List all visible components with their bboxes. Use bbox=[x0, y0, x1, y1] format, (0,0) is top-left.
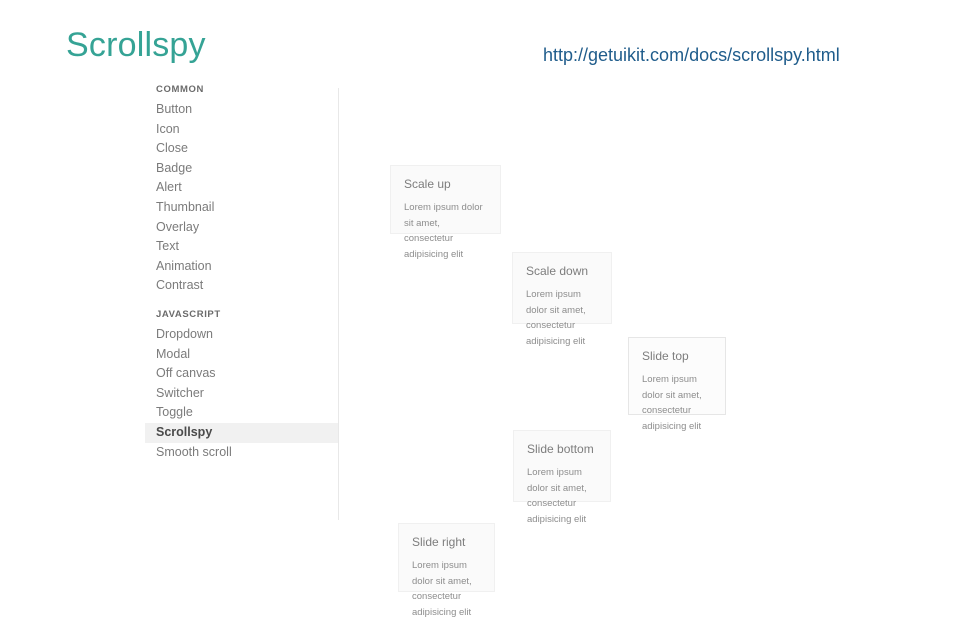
card-scale-up: Scale up Lorem ipsum dolor sit amet, cons… bbox=[390, 165, 501, 260]
card-slide-bottom: Slide bottom Lorem ipsum dolor sit amet, … bbox=[513, 430, 611, 525]
card-body-text: Lorem ipsum dolor sit amet, consectetur … bbox=[642, 374, 702, 432]
sidebar-item-toggle[interactable]: Toggle bbox=[145, 403, 338, 423]
sidebar-item-modal[interactable]: Modal bbox=[145, 345, 338, 365]
sidebar-item-icon[interactable]: Icon bbox=[145, 120, 338, 140]
card-body-text: Lorem ipsum dolor sit amet, consectetur … bbox=[526, 289, 586, 347]
sidebar-item-scrollspy[interactable]: Scrollspy bbox=[145, 422, 338, 443]
sidebar-item-dropdown[interactable]: Dropdown bbox=[145, 325, 338, 345]
card-heading: Slide bottom bbox=[527, 442, 594, 456]
sidebar-item-thumbnail[interactable]: Thumbnail bbox=[145, 198, 338, 218]
card-body-text: Lorem ipsum dolor sit amet, consectetur … bbox=[527, 467, 587, 525]
nav-section-title-common: COMMON bbox=[156, 84, 204, 95]
sidebar-divider bbox=[338, 88, 339, 520]
sidebar-item-off-canvas[interactable]: Off canvas bbox=[145, 364, 338, 384]
sidebar-item-text[interactable]: Text bbox=[145, 237, 338, 257]
card-body-text: Lorem ipsum dolor sit amet, consectetur … bbox=[404, 202, 483, 260]
card-body-text: Lorem ipsum dolor sit amet, consectetur … bbox=[412, 560, 472, 618]
card-heading: Scale up bbox=[404, 177, 451, 191]
card-slide-right: Slide right Lorem ipsum dolor sit amet, c… bbox=[398, 523, 495, 618]
sidebar-item-close[interactable]: Close bbox=[145, 139, 338, 159]
page-title: Scrollspy bbox=[66, 26, 206, 64]
nav-section-title-javascript: JAVASCRIPT bbox=[156, 308, 221, 320]
card-heading: Scale down bbox=[526, 264, 589, 278]
sidebar-item-button[interactable]: Button bbox=[145, 100, 338, 120]
card-heading: Slide right bbox=[412, 535, 466, 549]
sidebar-item-contrast[interactable]: Contrast bbox=[145, 276, 338, 296]
sidebar-item-overlay[interactable]: Overlay bbox=[145, 218, 338, 238]
source-url-label: http://getuikit.com/docs/scrollspy.html bbox=[543, 45, 840, 65]
card-scale-down: Scale down Lorem ipsum dolor sit amet, co… bbox=[512, 252, 612, 347]
sidebar-item-badge[interactable]: Badge bbox=[145, 159, 338, 179]
docs-screenshot-region: COMMON Button Icon Close Badge Alert Thumbnail… bbox=[0, 80, 960, 618]
sidebar-item-alert[interactable]: Alert bbox=[145, 178, 338, 198]
sidebar-item-switcher[interactable]: Switcher bbox=[145, 384, 338, 404]
docs-sidebar-nav: COMMON Button Icon Close Badge Alert Thumbnail… bbox=[145, 80, 338, 462]
sidebar-item-smooth-scroll[interactable]: Smooth scroll bbox=[145, 443, 338, 463]
card-slide-top: Slide top Lorem ipsum dolor sit amet, con… bbox=[628, 337, 726, 432]
sidebar-item-animation[interactable]: Animation bbox=[145, 257, 338, 277]
card-heading: Slide top bbox=[642, 349, 689, 363]
